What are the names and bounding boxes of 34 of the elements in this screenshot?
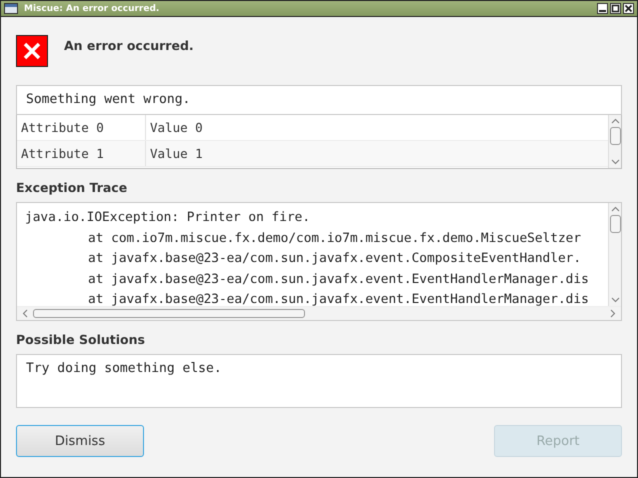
window-icon [4,3,18,14]
table-cell-text: Value 1 [149,146,203,161]
scroll-up-icon[interactable] [610,118,620,124]
scroll-down-icon[interactable] [610,159,620,165]
vertical-scrollbar[interactable] [608,203,621,306]
trace-line: at javafx.base@23-ea/com.sun.javafx.event.CompositeEventHandler. [87,250,582,268]
table-cell-text: Value 0 [149,120,203,135]
table-cell: Attribute 0 [17,115,146,140]
scroll-left-icon[interactable] [22,309,28,318]
scroll-up-icon[interactable] [610,206,620,212]
solutions-field[interactable]: Try doing something else. [16,354,622,408]
error-icon [16,35,48,67]
error-heading: An error occurred. [64,38,194,53]
close-icon[interactable] [623,3,634,14]
exception-trace-area[interactable] [16,202,622,321]
scroll-right-icon[interactable] [610,309,616,318]
trace-line: at javafx.base@23-ea/com.sun.javafx.event.EventHandlerManager.dis [87,270,590,288]
scroll-thumb[interactable] [33,309,305,318]
trace-line: at com.io7m.miscue.fx.demo/com.io7m.miscue.fx.demo.MiscueSeltzer [87,230,582,248]
section-label: Exception Trace [16,180,128,197]
message-field[interactable]: Something went wrong. [16,85,622,115]
table-cell: Attribute 1 [17,141,146,166]
scroll-down-icon[interactable] [610,297,620,303]
trace-line: at javafx.base@23-ea/com.sun.javafx.event.EventHandlerManager.dis [87,291,590,306]
section-label: Possible Solutions [16,332,146,349]
scroll-thumb[interactable] [610,127,620,145]
horizontal-scrollbar[interactable] [17,306,621,320]
trace-line: java.io.IOException: Printer on fire. [25,209,312,227]
vertical-scrollbar[interactable] [608,115,621,168]
scroll-thumb[interactable] [610,215,620,233]
maximize-icon[interactable] [610,3,621,14]
minimize-icon[interactable] [597,3,608,14]
window-title: Miscue: An error occurred. [24,4,160,14]
dismiss-button[interactable]: Dismiss [16,425,144,457]
